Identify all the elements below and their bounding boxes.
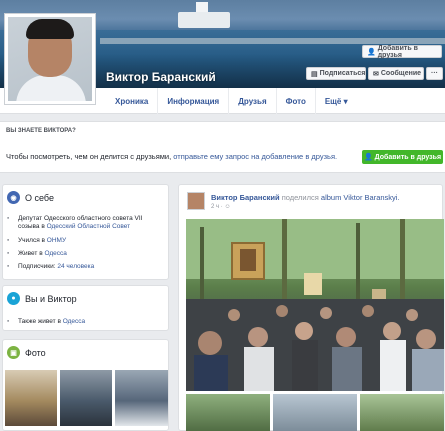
messenger-icon: ✉: [373, 70, 379, 78]
briefcase-icon: ▪: [7, 215, 10, 222]
post-action: поделился: [281, 193, 319, 202]
about-lives-label: Живет в: [18, 250, 43, 257]
mutual-header: ● Вы и Виктор: [7, 292, 77, 305]
profile-photo[interactable]: [4, 13, 96, 105]
home-icon: ▪: [7, 318, 10, 325]
tab-timeline[interactable]: Хроника: [106, 88, 157, 114]
post-photo[interactable]: [186, 394, 270, 431]
rss-icon: ▤: [311, 70, 318, 78]
photos-title: Фото: [25, 347, 46, 358]
intro-card: ◉ О себе ▪ Депутат Одесского областного …: [2, 184, 169, 280]
about-row-education-text: Учился в ОНМУ: [18, 237, 66, 245]
post-author-avatar[interactable]: [187, 192, 205, 210]
about-row-lives: ▪ Живет в Одесса: [7, 250, 67, 258]
profile-photo-hair: [26, 19, 74, 39]
post-photo[interactable]: [360, 394, 444, 431]
profile-photo-shirt: [16, 75, 86, 101]
photo-thumbnail[interactable]: [60, 370, 112, 426]
profile-name[interactable]: Виктор Баранский: [106, 70, 216, 84]
post-header: Виктор Баранский поделился album Viktor …: [211, 193, 400, 202]
subscribe-label: Подписаться: [319, 70, 366, 77]
about-row-followers: ▪ Подписчики: 24 человека: [7, 263, 94, 271]
message-label: Сообщение: [380, 70, 422, 77]
about-row-lives-text: Живет в Одесса: [18, 250, 67, 258]
do-you-know-title: ВЫ ЗНАЕТЕ ВИКТОРА?: [6, 128, 76, 134]
post-album-link[interactable]: album Viktor Baranskyi.: [321, 193, 400, 202]
photo-thumbnails: [5, 370, 168, 430]
post-secondary-photos: [186, 394, 444, 431]
post-main-photo[interactable]: [186, 219, 444, 391]
intro-header: ◉ О себе: [7, 191, 54, 204]
about-lives-link[interactable]: Одесса: [44, 250, 66, 257]
cover-pier: [100, 38, 445, 44]
more-options-label: ···: [431, 70, 438, 77]
tab-more[interactable]: Ещё ▾: [314, 88, 357, 114]
mutual-lives-label: Также живет в: [18, 318, 61, 325]
mutual-lives-link[interactable]: Одесса: [63, 318, 85, 325]
photo-thumbnail[interactable]: [115, 370, 168, 426]
about-followers-label: Подписчики:: [18, 263, 56, 270]
about-row-work: ▪ Депутат Одесского областного совета VI…: [7, 215, 157, 231]
send-request-link[interactable]: отправьте ему запрос на добавление в дру…: [173, 152, 337, 161]
tab-about[interactable]: Информация: [157, 88, 228, 114]
photos-card: ▣ Фото: [2, 339, 169, 431]
do-you-know-text: Чтобы посмотреть, чем он делится с друзь…: [6, 152, 337, 161]
mutual-friends-icon: ●: [7, 292, 20, 305]
graduation-cap-icon: ▪: [7, 237, 10, 244]
home-icon: ▪: [7, 250, 10, 257]
profile-photo-image: [8, 17, 92, 101]
add-friend-button[interactable]: 👤 Добавить в друзья: [362, 44, 442, 59]
tab-photos[interactable]: Фото: [275, 88, 315, 114]
about-row-education: ▪ Учился в ОНМУ: [7, 237, 66, 245]
intro-title: О себе: [25, 192, 54, 203]
do-you-know-text-plain: Чтобы посмотреть, чем он делится с друзь…: [6, 152, 172, 161]
add-friend-label: Добавить в друзья: [377, 44, 418, 59]
about-education-label: Учился в: [18, 237, 45, 244]
rss-feed-icon: ▪: [7, 263, 10, 270]
about-row-followers-text: Подписчики: 24 человека: [18, 263, 94, 271]
about-education-link[interactable]: ОНМУ: [47, 237, 66, 244]
add-friend-icon: 👤: [367, 48, 376, 56]
message-button[interactable]: ✉ Сообщение: [368, 67, 424, 80]
mutual-title: Вы и Виктор: [25, 293, 77, 304]
add-friend-green-icon: 👤: [363, 154, 373, 161]
photo-icon: ▣: [7, 346, 20, 359]
add-friend-green-label: Добавить в друзья: [374, 153, 442, 161]
mutual-row-lives: ▪ Также живет в Одесса: [7, 318, 85, 326]
mutual-row-text: Также живет в Одесса: [18, 318, 85, 326]
subscribe-button[interactable]: ▤ Подписаться: [306, 67, 366, 80]
post-timestamp[interactable]: 2 ч · ☺: [211, 204, 231, 210]
profile-tabs: Хроника Информация Друзья Фото Ещё ▾: [106, 88, 357, 114]
do-you-know-panel: ВЫ ЗНАЕТЕ ВИКТОРА? Чтобы посмотреть, чем…: [0, 121, 445, 173]
timeline-post: Виктор Баранский поделился album Viktor …: [178, 184, 444, 431]
globe-icon: ◉: [7, 191, 20, 204]
post-author-name[interactable]: Виктор Баранский: [211, 193, 280, 202]
about-followers-link[interactable]: 24 человека: [57, 263, 94, 270]
cover-ship: [178, 12, 230, 28]
photo-thumbnail[interactable]: [5, 370, 57, 426]
about-row-work-text: Депутат Одесского областного совета VII …: [18, 215, 157, 231]
add-friend-green-button[interactable]: 👤 Добавить в друзья: [362, 150, 443, 164]
photos-header: ▣ Фото: [7, 346, 46, 359]
mutual-card: ● Вы и Виктор ▪ Также живет в Одесса: [2, 285, 169, 331]
about-work-link[interactable]: Одесский Областной Совет: [47, 223, 131, 230]
tab-friends[interactable]: Друзья: [228, 88, 275, 114]
post-photo[interactable]: [273, 394, 357, 431]
crowd-photo-illustration: [186, 219, 444, 391]
more-options-button[interactable]: ···: [426, 67, 443, 80]
